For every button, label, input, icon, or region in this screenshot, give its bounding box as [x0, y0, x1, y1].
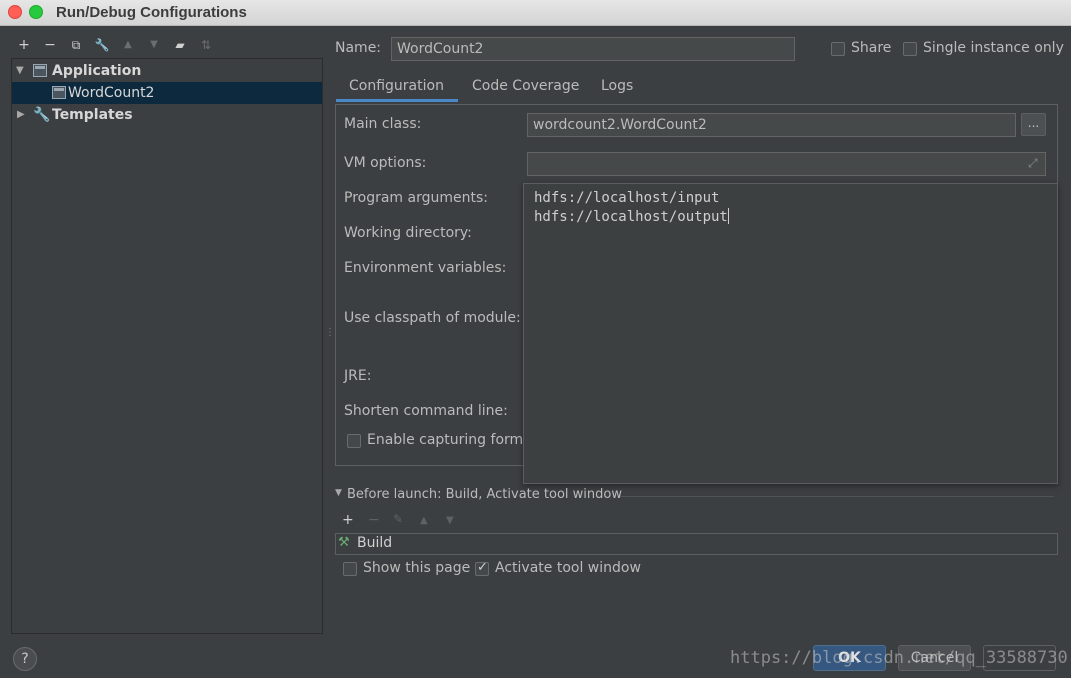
- move-up-icon[interactable]: ▲: [119, 36, 137, 54]
- application-config-icon: [52, 86, 66, 99]
- title-bar: Run/Debug Configurations: [0, 0, 1071, 26]
- text-caret: [727, 208, 729, 224]
- argument-line-with-caret: hdfs://localhost/output: [534, 208, 729, 225]
- program-arguments-editor[interactable]: hdfs://localhost/input hdfs://localhost/…: [523, 183, 1058, 484]
- argument-line: hdfs://localhost/output: [534, 209, 728, 225]
- window-title: Run/Debug Configurations: [56, 4, 247, 21]
- maximize-window-button[interactable]: [29, 5, 43, 19]
- watermark: https://blog.csdn.net/qq_33588730: [730, 648, 1068, 668]
- expand-icon[interactable]: ⤢: [1028, 156, 1038, 171]
- section-divider: [620, 496, 1054, 497]
- vm-options-field[interactable]: [527, 152, 1046, 176]
- sort-icon[interactable]: ⇅: [197, 36, 215, 54]
- tree-label-application: Application: [52, 63, 142, 79]
- classpath-module-label: Use classpath of module:: [344, 310, 521, 326]
- chevron-down-icon[interactable]: ▼: [16, 60, 24, 82]
- folder-icon[interactable]: ▰: [171, 36, 189, 54]
- plus-icon[interactable]: +: [342, 512, 354, 528]
- chevron-right-icon[interactable]: ▶: [17, 104, 25, 126]
- wrench-icon: 🔧: [33, 107, 51, 123]
- before-launch-title: Before launch: Build, Activate tool wind…: [347, 487, 622, 502]
- copy-icon[interactable]: ⧉: [67, 36, 85, 54]
- tree-label-wordcount2: WordCount2: [68, 85, 155, 101]
- share-checkbox[interactable]: [831, 42, 845, 56]
- move-up-icon[interactable]: ▲: [420, 515, 428, 526]
- single-instance-label: Single instance only: [923, 40, 1064, 56]
- working-directory-label: Working directory:: [344, 225, 472, 241]
- program-arguments-label: Program arguments:: [344, 190, 488, 206]
- minus-icon[interactable]: −: [368, 512, 380, 528]
- main-class-field[interactable]: wordcount2.WordCount2: [527, 113, 1016, 137]
- tree-node-wordcount2[interactable]: WordCount2: [12, 82, 322, 104]
- environment-variables-label: Environment variables:: [344, 260, 507, 276]
- activate-tool-window-label: Activate tool window: [495, 560, 641, 576]
- before-launch-build-row[interactable]: ⚒ Build: [335, 533, 1058, 555]
- chevron-down-icon[interactable]: ▼: [335, 488, 342, 498]
- application-icon: [33, 64, 47, 77]
- jre-label: JRE:: [344, 368, 372, 384]
- splitter-handle[interactable]: ⋮: [325, 327, 335, 338]
- move-down-icon[interactable]: ▼: [145, 36, 163, 54]
- tab-configuration[interactable]: Configuration: [349, 78, 444, 94]
- share-label: Share: [851, 40, 892, 56]
- move-down-icon[interactable]: ▼: [446, 515, 454, 526]
- tree-label-templates: Templates: [52, 107, 133, 123]
- browse-main-class-button[interactable]: ...: [1021, 113, 1046, 136]
- name-label: Name:: [335, 40, 382, 56]
- tab-code-coverage[interactable]: Code Coverage: [472, 78, 579, 94]
- name-field[interactable]: WordCount2: [391, 37, 795, 61]
- activate-tool-window-checkbox[interactable]: [475, 560, 489, 576]
- argument-line: hdfs://localhost/input: [534, 190, 720, 206]
- minus-icon[interactable]: −: [41, 36, 59, 54]
- vm-options-label: VM options:: [344, 155, 427, 171]
- enable-capturing-label: Enable capturing form: [367, 432, 524, 448]
- hammer-icon: ⚒: [338, 535, 350, 550]
- tab-logs[interactable]: Logs: [601, 78, 633, 94]
- show-this-page-label: Show this page: [363, 560, 471, 576]
- enable-capturing-checkbox[interactable]: [347, 434, 361, 448]
- active-tab-indicator: [336, 99, 458, 102]
- tree-node-templates[interactable]: ▶ 🔧 Templates: [12, 104, 322, 126]
- help-button[interactable]: ?: [13, 647, 37, 671]
- main-class-label: Main class:: [344, 116, 422, 132]
- wrench-icon[interactable]: 🔧: [93, 36, 111, 54]
- close-window-button[interactable]: [8, 5, 22, 19]
- edit-icon[interactable]: ✎: [393, 512, 403, 526]
- plus-icon[interactable]: +: [15, 36, 33, 54]
- show-this-page-checkbox[interactable]: [343, 562, 357, 576]
- tree-node-application[interactable]: ▼ Application: [12, 60, 322, 82]
- build-task-label: Build: [357, 535, 393, 551]
- config-tree[interactable]: ▼ Application WordCount2 ▶ 🔧 Templates: [11, 58, 323, 634]
- single-instance-checkbox[interactable]: [903, 42, 917, 56]
- shorten-command-line-label: Shorten command line:: [344, 403, 508, 419]
